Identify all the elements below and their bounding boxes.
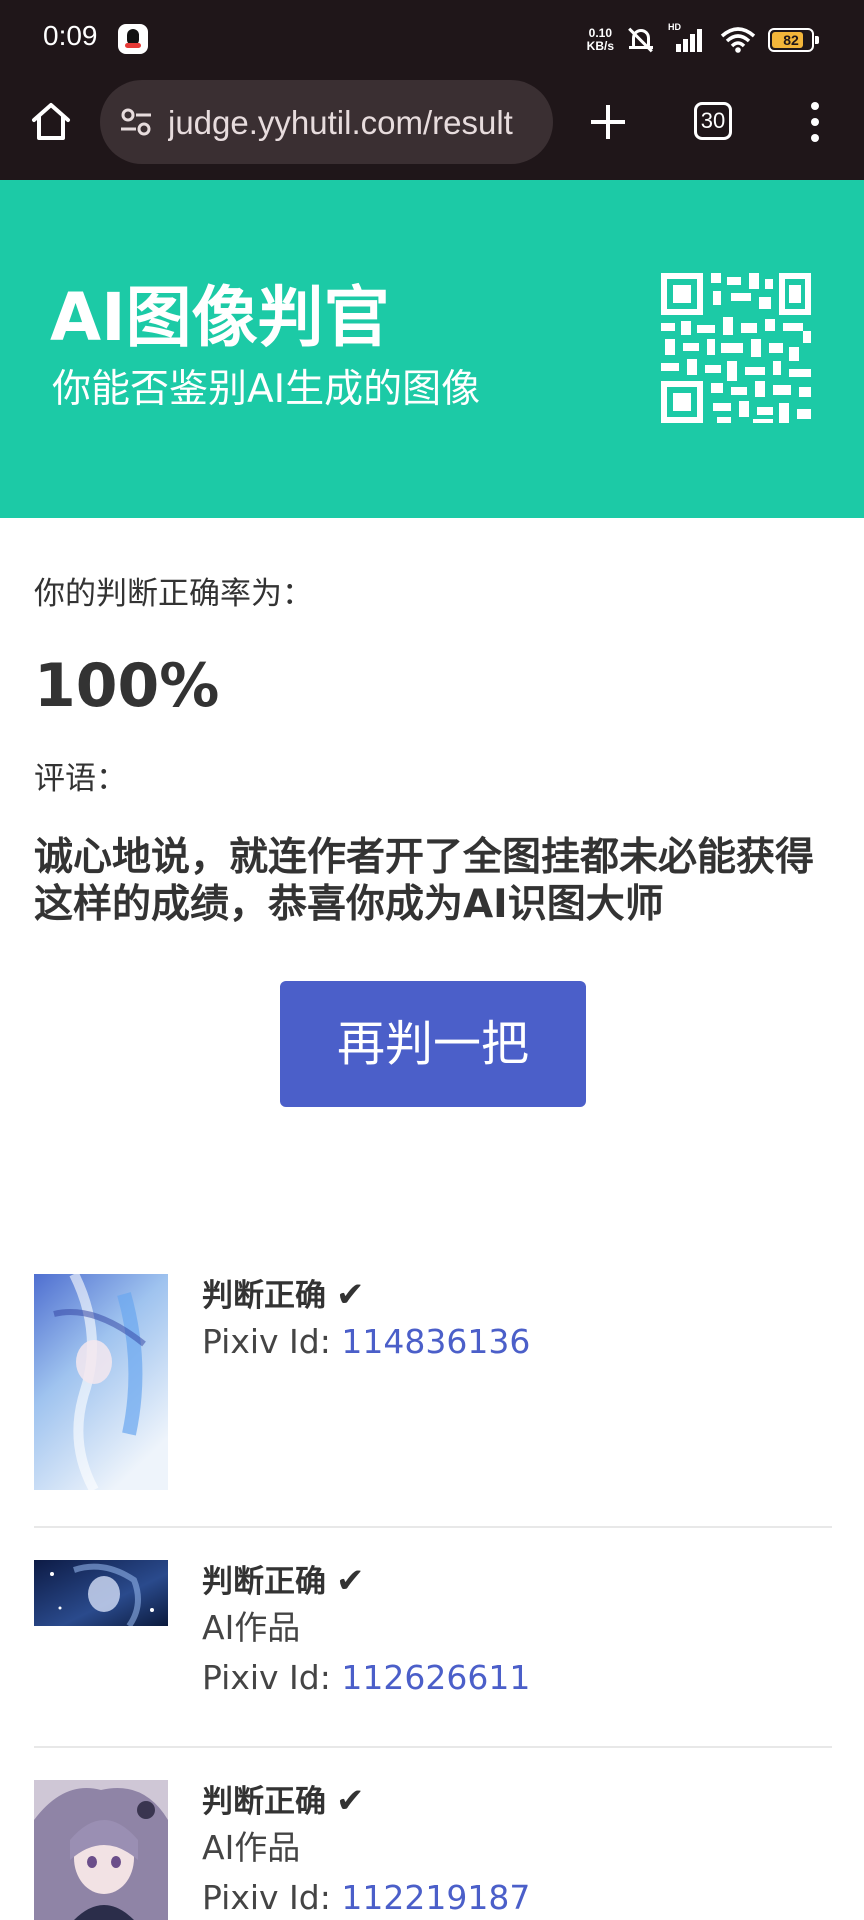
status-time: 0:09 [43, 20, 98, 51]
site-settings-icon[interactable] [118, 104, 154, 140]
result-item: 判断正确 ✔ AI作品 Pixiv Id: 112626611 [34, 1560, 832, 1697]
result-item: 判断正确 ✔ Pixiv Id: 114836136 [34, 1274, 832, 1490]
new-tab-button[interactable] [588, 102, 628, 142]
plus-icon [591, 105, 625, 139]
address-bar[interactable]: judge.yyhutil.com/result [100, 80, 553, 164]
pixiv-id-label: Pixiv Id: [202, 1658, 342, 1697]
accuracy-value: 100% [34, 651, 220, 721]
verdict-text: 判断正确 ✔ [202, 1275, 365, 1315]
pixiv-id-label: Pixiv Id: [202, 1322, 342, 1361]
artwork-thumbnail[interactable] [34, 1274, 168, 1490]
address-toolbar: judge.yyhutil.com/result 30 [0, 78, 864, 180]
artwork-thumbnail[interactable] [34, 1560, 168, 1626]
result-info: 判断正确 ✔ AI作品 Pixiv Id: 112626611 [202, 1560, 530, 1703]
comment-text: 诚心地说，就连作者开了全图挂都未必能获得这样的成绩，恭喜你成为AI识图大师 [34, 835, 815, 927]
site-title: AI图像判官 [50, 279, 390, 356]
verdict-text: 判断正确 ✔ [202, 1561, 365, 1601]
overflow-menu-button[interactable] [800, 100, 830, 144]
network-speed: 0.10 KB/s [587, 27, 614, 53]
tab-switcher-button[interactable]: 30 [694, 102, 732, 140]
browser-chrome: 0:09 0.10 KB/s HD 82 judge.yyhutil.com/r… [0, 0, 864, 180]
result-info: 判断正确 ✔ AI作品 Pixiv Id: 112219187 [202, 1780, 530, 1920]
home-icon [32, 103, 70, 140]
status-icons: 0.10 KB/s HD 82 [587, 22, 819, 56]
pixiv-id-line: Pixiv Id: 114836136 [202, 1317, 530, 1367]
pixiv-id-label: Pixiv Id: [202, 1878, 342, 1917]
wifi-icon [720, 26, 756, 54]
home-button[interactable] [28, 98, 74, 144]
artwork-type: AI作品 [202, 1828, 301, 1867]
qq-notification-icon [118, 24, 148, 54]
pixiv-id-line: Pixiv Id: 112219187 [202, 1873, 530, 1920]
status-bar: 0:09 0.10 KB/s HD 82 [0, 0, 864, 78]
pixiv-id-link[interactable]: 112219187 [341, 1878, 530, 1917]
result-info: 判断正确 ✔ Pixiv Id: 114836136 [202, 1274, 530, 1367]
url-text[interactable]: judge.yyhutil.com/result [168, 104, 540, 142]
artwork-type: AI作品 [202, 1608, 301, 1647]
cell-signal-icon: HD [668, 22, 708, 54]
pixiv-id-link[interactable]: 114836136 [341, 1322, 530, 1361]
artwork-thumbnail[interactable] [34, 1780, 168, 1920]
accuracy-label: 你的判断正确率为： [34, 576, 313, 612]
result-item: 判断正确 ✔ AI作品 Pixiv Id: 112219187 [34, 1780, 832, 1920]
battery-icon: 82 [768, 28, 819, 52]
divider [34, 1526, 832, 1528]
check-icon: ✔ [336, 1781, 365, 1821]
battery-level: 82 [783, 32, 799, 48]
divider [34, 1746, 832, 1748]
site-header: AI图像判官 你能否鉴别AI生成的图像 [0, 180, 864, 518]
qr-code-icon [661, 273, 811, 423]
silent-mode-icon [626, 26, 656, 54]
pixiv-id-line: Pixiv Id: 112626611 [202, 1653, 530, 1703]
check-icon: ✔ [336, 1275, 365, 1315]
pixiv-id-link[interactable]: 112626611 [341, 1658, 530, 1697]
comment-label: 评语： [34, 761, 127, 797]
play-again-button[interactable]: 再判一把 [280, 981, 586, 1107]
network-speed-unit: KB/s [586, 39, 614, 53]
site-subtitle: 你能否鉴别AI生成的图像 [52, 367, 481, 412]
hd-tag: HD [668, 22, 681, 32]
check-icon: ✔ [336, 1561, 365, 1601]
verdict-text: 判断正确 ✔ [202, 1781, 365, 1821]
